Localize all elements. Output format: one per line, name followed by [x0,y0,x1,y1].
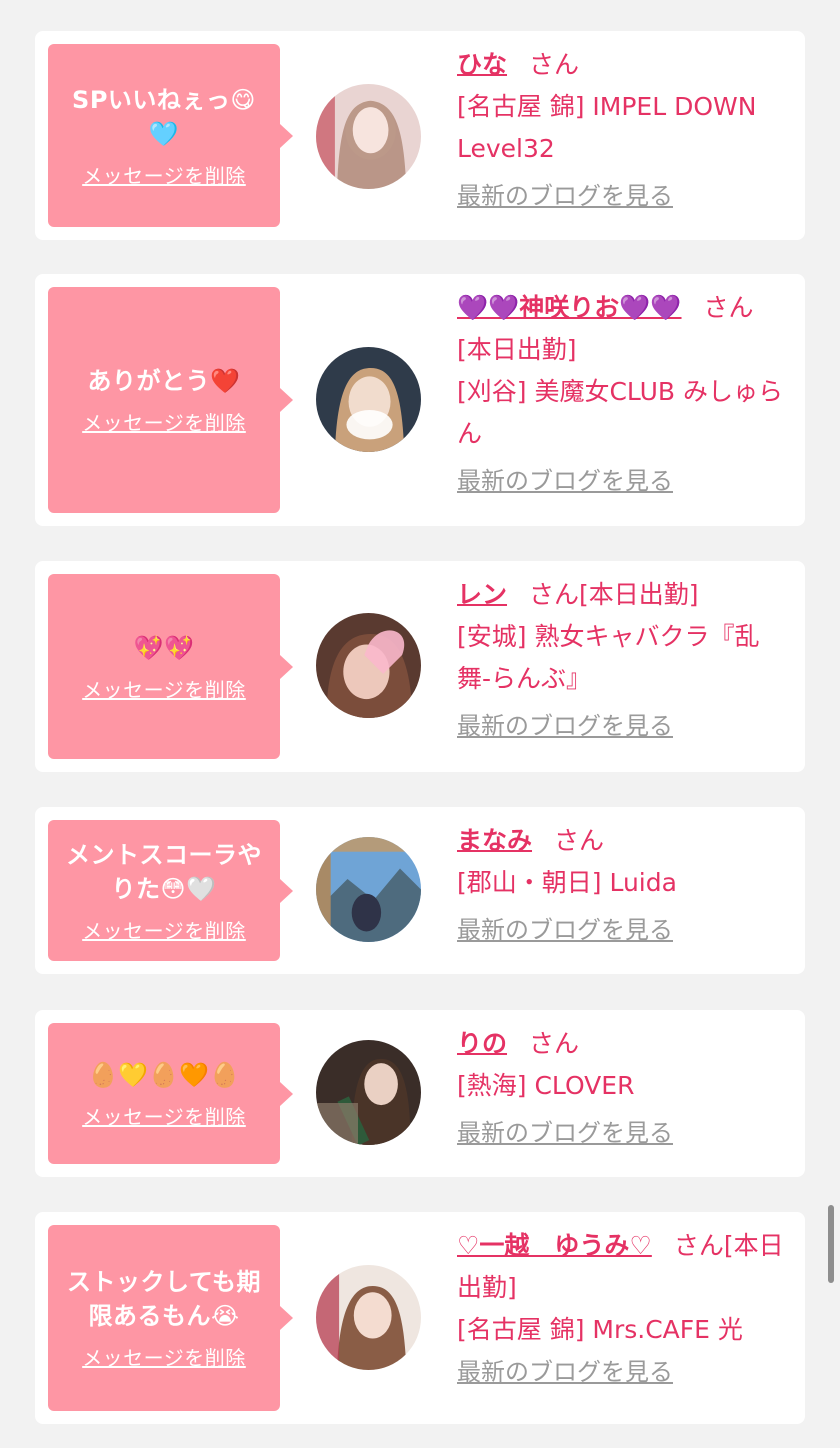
name-line: 💜💜神咲りお💜💜 さん [457,287,793,329]
status-line: [本日出勤] [457,335,577,364]
avatar-photo-icon [316,1040,421,1145]
message-card: 🥚💛🥚🧡🥚 メッセージを削除 りの さん [熱海] CLOVER 最新のブログを見… [35,1010,805,1177]
latest-blog-link[interactable]: 最新のブログを見る [457,914,673,946]
delete-message-link[interactable]: メッセージを削除 [82,918,246,944]
avatar-photo-icon [316,84,421,189]
delete-message-link[interactable]: メッセージを削除 [82,410,246,436]
name-line: レン さん[本日出勤] [457,574,793,616]
honorific: さん [703,293,754,322]
message-card: SPいいねぇっ😋🩵 メッセージを削除 ひな さん [名古屋 錦] IMPEL DO… [35,31,805,240]
message-bubble: メントスコーラやりた😳🤍 メッセージを削除 [48,820,293,961]
message-card: メントスコーラやりた😳🤍 メッセージを削除 まなみ さん [郡山・朝日] Luid… [35,807,805,974]
latest-blog-link[interactable]: 最新のブログを見る [457,180,673,212]
message-text: SPいいねぇっ😋🩵 [72,85,256,148]
shop-line: [熱海] CLOVER [457,1071,635,1100]
message-bubble: ありがとう❤️ メッセージを削除 [48,287,293,513]
honorific: さん [673,1231,724,1260]
latest-blog-link[interactable]: 最新のブログを見る [457,465,673,497]
avatar-photo-icon [316,613,421,718]
message-text: 💖💖 [133,633,195,662]
sender-name-link[interactable]: まなみ [457,826,532,855]
sender-info: ひな さん [名古屋 錦] IMPEL DOWN Level32 最新のブログを見… [457,44,793,217]
message-bubble: 🥚💛🥚🧡🥚 メッセージを削除 [48,1023,293,1164]
honorific: さん [529,50,580,79]
avatar[interactable] [316,1265,421,1370]
shop-line: [名古屋 錦] IMPEL DOWN Level32 [457,92,757,163]
message-bubble: SPいいねぇっ😋🩵 メッセージを削除 [48,44,293,227]
avatar-photo-icon [316,347,421,452]
name-line: ♡一越 ゆうみ♡ さん[本日出勤] [457,1225,793,1309]
sender-name-link[interactable]: りの [457,1029,507,1058]
message-card: ありがとう❤️ メッセージを削除 💜💜神咲りお💜💜 さん [本日出勤] [刈谷] … [35,274,805,526]
shop-line: [安城] 熟女キャバクラ『乱舞-らんぶ』 [457,622,760,693]
avatar[interactable] [316,84,421,189]
shop-line: [名古屋 錦] Mrs.CAFE 光 [457,1315,743,1344]
avatar-photo-icon [316,1265,421,1370]
avatar[interactable] [316,613,421,718]
sender-name-link[interactable]: レン [457,580,507,609]
message-text: 🥚💛🥚🧡🥚 [88,1060,240,1089]
delete-message-link[interactable]: メッセージを削除 [82,1345,246,1371]
sender-info: レン さん[本日出勤] [安城] 熟女キャバクラ『乱舞-らんぶ』 最新のブログを見… [457,574,793,747]
message-text: ありがとう❤️ [87,367,241,395]
status-inline: [本日出勤] [579,580,699,609]
sender-info: 💜💜神咲りお💜💜 さん [本日出勤] [刈谷] 美魔女CLUB みしゅらん 最新の… [457,287,793,502]
honorific: さん [554,826,605,855]
name-line: まなみ さん [457,820,793,862]
latest-blog-link[interactable]: 最新のブログを見る [457,1117,673,1149]
shop-line: [郡山・朝日] Luida [457,868,677,897]
sender-info: まなみ さん [郡山・朝日] Luida 最新のブログを見る [457,820,793,951]
honorific: さん [529,1029,580,1058]
latest-blog-link[interactable]: 最新のブログを見る [457,1356,673,1388]
scrollbar[interactable] [828,1205,834,1283]
avatar-photo-icon [316,837,421,942]
sender-name-link[interactable]: 💜💜神咲りお💜💜 [457,293,682,322]
name-line: ひな さん [457,44,793,86]
message-card: 💖💖 メッセージを削除 レン さん[本日出勤] [安城] 熟女キャバクラ『乱舞-ら… [35,561,805,772]
sender-info: りの さん [熱海] CLOVER 最新のブログを見る [457,1023,793,1154]
sender-name-link[interactable]: ひな [457,50,507,79]
message-card: ストックしても期限あるもん😭 メッセージを削除 ♡一越 ゆうみ♡ さん[本日出勤]… [35,1212,805,1424]
delete-message-link[interactable]: メッセージを削除 [82,1104,246,1130]
sender-info: ♡一越 ゆうみ♡ さん[本日出勤] [名古屋 錦] Mrs.CAFE 光 最新のブ… [457,1225,793,1393]
shop-line: [刈谷] 美魔女CLUB みしゅらん [457,377,783,448]
sender-name-link[interactable]: ♡一越 ゆうみ♡ [457,1231,652,1260]
delete-message-link[interactable]: メッセージを削除 [82,677,246,703]
name-line: りの さん [457,1023,793,1065]
message-text: ストックしても期限あるもん😭 [66,1268,262,1330]
avatar[interactable] [316,1040,421,1145]
delete-message-link[interactable]: メッセージを削除 [82,163,246,189]
message-bubble: 💖💖 メッセージを削除 [48,574,293,759]
honorific: さん [529,580,580,609]
avatar[interactable] [316,347,421,452]
latest-blog-link[interactable]: 最新のブログを見る [457,710,673,742]
message-bubble: ストックしても期限あるもん😭 メッセージを削除 [48,1225,293,1411]
avatar[interactable] [316,837,421,942]
message-text: メントスコーラやりた😳🤍 [66,840,262,903]
